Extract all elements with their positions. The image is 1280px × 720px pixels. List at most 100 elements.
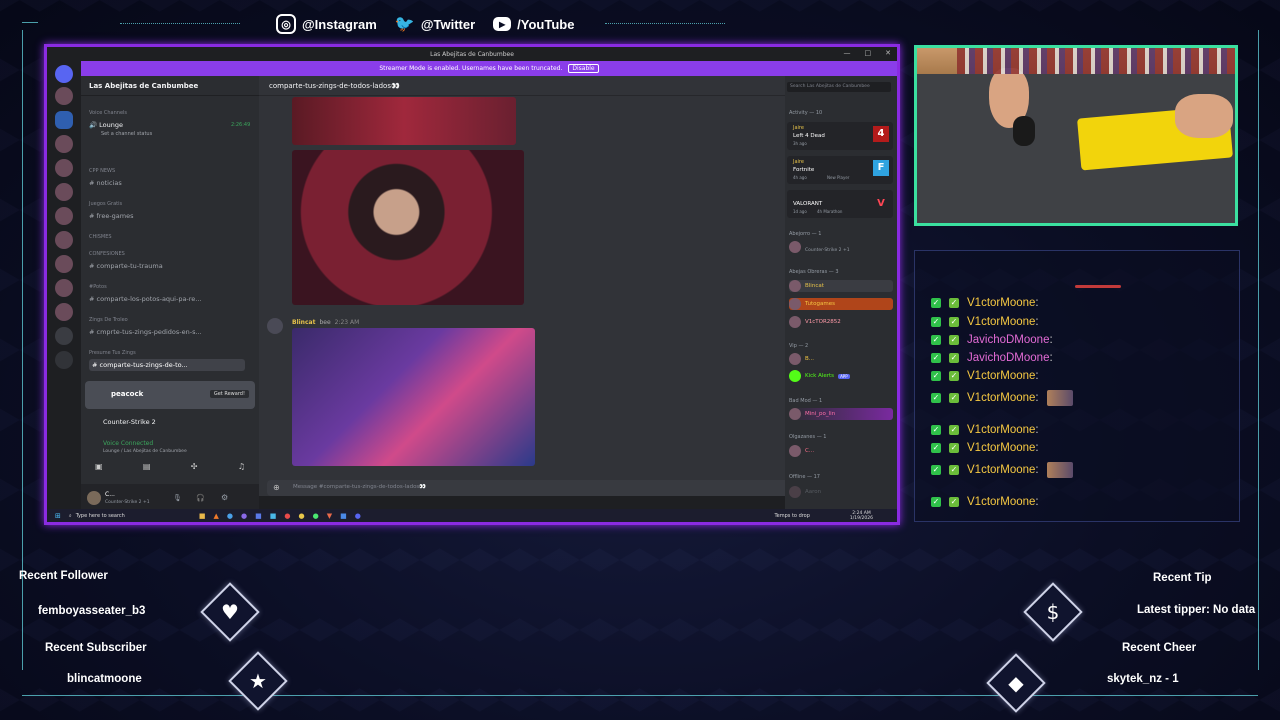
disable-button[interactable]: Disable [568, 64, 599, 73]
chat-username[interactable]: V1ctorMoone [967, 464, 1035, 476]
server-icon[interactable] [55, 207, 73, 225]
maximize-icon[interactable]: □ [865, 49, 872, 57]
search-input[interactable]: Search Las Abejitas de Canbumbee [787, 82, 891, 92]
member-item[interactable]: Blincat [789, 280, 893, 292]
app-icon[interactable]: ■ [340, 512, 347, 520]
minimize-icon[interactable]: — [844, 49, 851, 57]
avatar[interactable] [87, 491, 101, 505]
posted-image[interactable] [292, 328, 535, 466]
app-icon[interactable]: ■ [255, 512, 262, 520]
discord-home-icon[interactable] [55, 65, 73, 83]
soundboard-icon[interactable]: ♫ [238, 462, 245, 471]
app-icon[interactable]: ▲ [214, 512, 219, 520]
server-icon[interactable] [55, 255, 73, 273]
attach-icon[interactable]: ⊕ [273, 483, 280, 492]
taskbar-apps[interactable]: ■ ▲ ● ● ■ ■ ● ● ● ▼ ■ ● [199, 512, 361, 520]
server-icon[interactable] [55, 159, 73, 177]
mic-icon[interactable]: 🎙 [173, 494, 182, 502]
taskbar-search[interactable]: ⌕ Type here to search [69, 513, 179, 519]
app-icon[interactable]: ● [298, 512, 304, 520]
app-icon[interactable]: ● [284, 512, 290, 520]
category-header[interactable]: CONFESIONES [89, 251, 125, 257]
chat-username[interactable]: V1ctorMoone [967, 297, 1035, 309]
member-item[interactable]: Mini_po_lin [789, 408, 893, 420]
category-header[interactable]: Voice Channels [89, 110, 127, 116]
server-icon[interactable] [55, 135, 73, 153]
channel-potos[interactable]: # comparte-los-potos-aqui-pa-re... [89, 295, 202, 303]
chat-username[interactable]: V1ctorMoone [967, 370, 1035, 382]
category-header[interactable]: Zings De Troleo [89, 317, 128, 323]
channel-noticias[interactable]: # noticias [89, 179, 122, 187]
get-reward-button[interactable]: Get Reward! [209, 390, 249, 398]
chat-username[interactable]: JavichoDMoone [967, 352, 1049, 364]
message-composer[interactable]: ⊕ Message #comparte-tus-zings-de-todos-l… [267, 480, 823, 496]
channel-trauma[interactable]: # comparte-tu-trauma [89, 262, 163, 270]
app-icon[interactable]: ■ [199, 512, 206, 520]
app-icon[interactable]: ● [355, 512, 361, 520]
chat-username[interactable]: JavichoDMoone [967, 334, 1049, 346]
category-header[interactable]: Presume Tus Zings [89, 350, 136, 356]
member-item[interactable]: Counter-Strike 2 +1 [789, 241, 850, 253]
chat-username[interactable]: V1ctorMoone [967, 392, 1035, 404]
chat-username[interactable]: V1ctorMoone [967, 442, 1035, 454]
social-youtube[interactable]: ▶ /YouTube [493, 14, 574, 34]
posted-image[interactable] [292, 150, 524, 305]
chat-username[interactable]: V1ctorMoone [967, 496, 1035, 508]
voice-channel-lounge[interactable]: 🔊 Lounge [89, 121, 123, 129]
channel-free-games[interactable]: # free-games [89, 212, 134, 220]
server-name[interactable]: Las Abejitas de Canbumbee [81, 76, 259, 96]
headset-icon[interactable]: 🎧 [196, 494, 205, 502]
settings-icon[interactable]: ⚙ [221, 493, 228, 502]
activity-card[interactable]: Jaire Left 4 Dead 3h ago 4 [787, 122, 893, 150]
search-placeholder: Search Las Abejitas de Canbumbee [790, 84, 870, 89]
channel-status[interactable]: Set a channel status [101, 131, 152, 137]
server-icon[interactable] [55, 303, 73, 321]
social-instagram[interactable]: ◎ @Instagram [276, 14, 377, 34]
app-icon[interactable]: ● [227, 512, 233, 520]
social-twitter[interactable]: 🐦 @Twitter [395, 14, 475, 34]
start-icon[interactable]: ⊞ [55, 512, 61, 520]
voice-connected-detail[interactable]: Lounge / Las Abejitas de Canbumbee [103, 449, 187, 454]
peacock-promo[interactable]: peacock Get Reward! [85, 381, 255, 409]
clock[interactable]: 2:24 AM 1/19/2026 [850, 511, 873, 521]
category-header[interactable]: #Potos [89, 284, 107, 290]
activity-game[interactable]: Counter-Strike 2 [103, 418, 156, 426]
server-icon[interactable] [55, 231, 73, 249]
app-icon[interactable]: ● [241, 512, 247, 520]
category-header[interactable]: CPP NEWS [89, 168, 115, 174]
group-header: Bad Mod — 1 [789, 398, 823, 404]
weather-widget[interactable]: Temps to drop [774, 513, 809, 519]
add-server-icon[interactable] [55, 351, 73, 369]
camera-icon[interactable]: ▣ [95, 462, 103, 471]
member-item[interactable]: Aaron [789, 486, 821, 498]
server-icon[interactable] [55, 279, 73, 297]
dollar-icon: $ [1046, 600, 1060, 624]
server-icon[interactable] [55, 87, 73, 105]
member-item[interactable]: B... [789, 353, 814, 365]
chat-username[interactable]: V1ctorMoone [967, 316, 1035, 328]
server-icon[interactable] [55, 327, 73, 345]
category-header[interactable]: Juegos Gratis [89, 201, 122, 207]
member-item[interactable]: C... [789, 445, 814, 457]
category-header[interactable]: CHISMES [89, 234, 112, 240]
activity-card[interactable]: Jaire Fortnite 4h ago New Player F [787, 156, 893, 184]
posted-image[interactable] [292, 97, 516, 145]
app-icon[interactable]: ■ [270, 512, 277, 520]
message-avatar[interactable] [267, 318, 283, 334]
app-icon[interactable]: ● [313, 512, 319, 520]
activity-card[interactable]: VALORANT 1d ago 4h Marathon V [787, 190, 893, 218]
close-icon[interactable]: ✕ [885, 49, 891, 57]
member-item[interactable]: Kick Alerts APP [789, 370, 850, 382]
activities-icon[interactable]: ✣ [191, 462, 198, 471]
sub-badge-icon: ✓ [949, 317, 959, 327]
channel-zings-pedidos[interactable]: # cmprte-tus-zings-pedidos-en-s... [89, 328, 202, 336]
app-icon[interactable]: ▼ [327, 512, 332, 520]
member-item[interactable]: V1cTOR2852 [789, 316, 841, 328]
server-icon[interactable] [55, 111, 73, 129]
chat-username[interactable]: V1ctorMoone [967, 424, 1035, 436]
server-icon[interactable] [55, 183, 73, 201]
member-item[interactable]: Tutogames [789, 298, 893, 310]
channel-active[interactable]: # comparte-tus-zings-de-to... [89, 359, 245, 371]
screen-share-icon[interactable]: ▤ [143, 462, 151, 471]
message-author[interactable]: Blincat [292, 319, 315, 326]
